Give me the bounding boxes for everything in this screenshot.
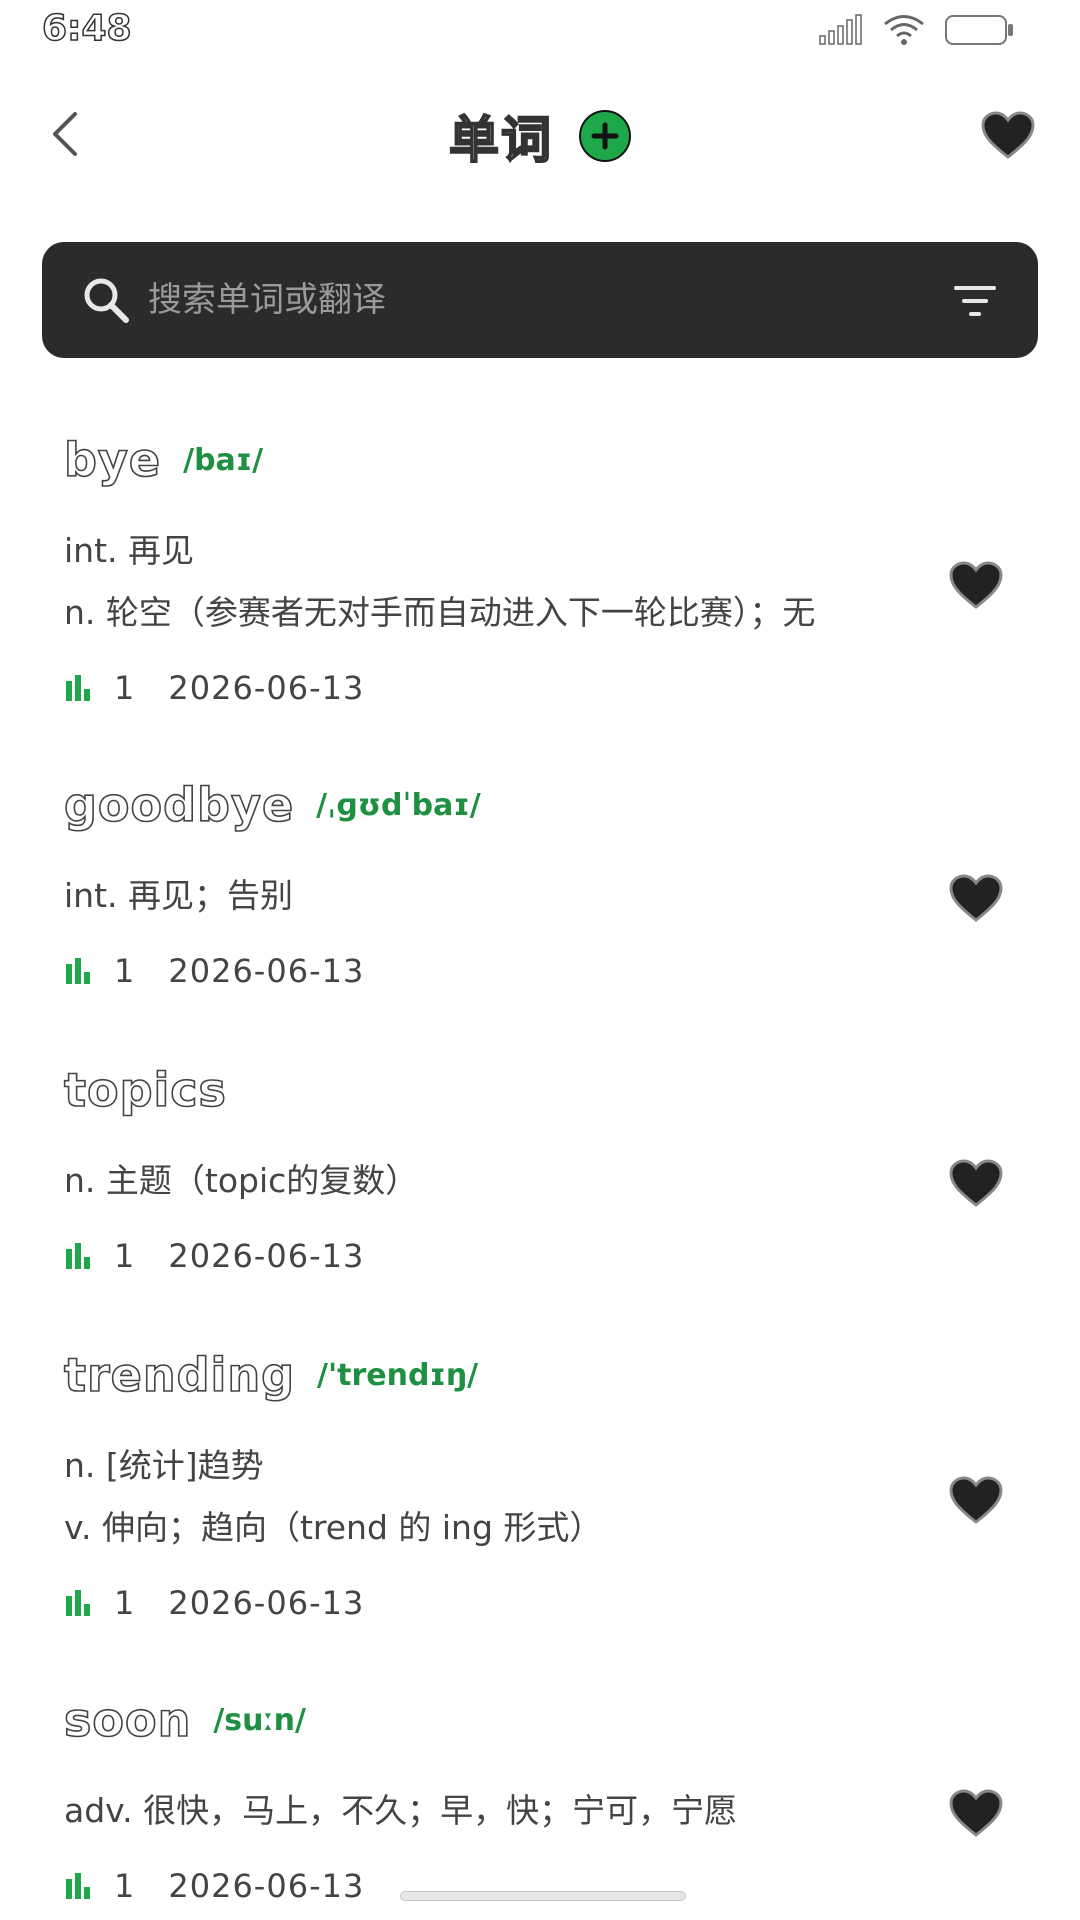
bar-chart-icon (66, 1243, 90, 1269)
word-date: 2026-06-13 (168, 1237, 365, 1275)
word-text: trending (63, 1347, 295, 1403)
heart-icon[interactable] (948, 1788, 1004, 1840)
review-count: 1 (114, 952, 135, 990)
word-item[interactable]: topics n. 主题（topic的复数） 1 2026-06-13 (0, 1050, 1080, 1335)
review-count: 1 (114, 669, 135, 707)
page-title: 单词 (448, 110, 553, 170)
status-time: 6:48 (41, 7, 132, 50)
word-meta: 1 2026-06-13 (64, 1856, 930, 1916)
word-phonetic: /'trendɪŋ/ (317, 1357, 479, 1393)
word-head: goodbye /ˌɡʊdˈbaɪ/ (63, 765, 930, 845)
word-item[interactable]: goodbye /ˌɡʊdˈbaɪ/ int. 再见；告别 1 2026-06-… (0, 765, 1080, 1050)
word-head: soon /suːn/ (63, 1680, 930, 1760)
status-icons (818, 12, 1016, 48)
definition-line: n. 主题（topic的复数） (64, 1161, 419, 1200)
word-text: soon (63, 1692, 192, 1748)
word-meta: 1 2026-06-13 (64, 658, 930, 718)
word-date: 2026-06-13 (168, 1584, 365, 1622)
word-definitions: int. 再见 n. 轮空（参赛者无对手而自动进入下一轮比赛）；无 (64, 520, 930, 644)
review-count: 1 (114, 1237, 135, 1275)
definition-line: int. 再见 (64, 531, 195, 570)
word-list-page: 6:48 单词 搜索单词或翻译 bye /baɪ/ int. 再见 n. 轮空（… (0, 0, 1080, 1920)
header: 单词 (0, 80, 1080, 190)
search-bar (42, 242, 1038, 358)
word-phonetic: /suːn/ (213, 1702, 306, 1738)
word-head: trending /'trendɪŋ/ (63, 1335, 930, 1415)
review-count: 1 (114, 1867, 135, 1905)
definition-line: adv. 很快，马上，不久；早，快；宁可，宁愿 (64, 1791, 738, 1830)
add-word-button[interactable] (579, 110, 631, 162)
word-item[interactable]: trending /'trendɪŋ/ n. [统计]趋势 v. 伸向；趋向（t… (0, 1335, 1080, 1680)
word-list: bye /baɪ/ int. 再见 n. 轮空（参赛者无对手而自动进入下一轮比赛… (0, 420, 1080, 1920)
word-item[interactable]: bye /baɪ/ int. 再见 n. 轮空（参赛者无对手而自动进入下一轮比赛… (0, 420, 1080, 765)
search-icon[interactable] (80, 274, 132, 326)
bar-chart-icon (66, 1873, 90, 1899)
word-text: bye (63, 432, 162, 488)
home-indicator[interactable] (400, 1891, 686, 1901)
word-meta: 1 2026-06-13 (64, 1226, 930, 1286)
word-meta: 1 2026-06-13 (64, 1573, 930, 1633)
signal-icon (819, 14, 862, 45)
word-phonetic: /baɪ/ (183, 442, 264, 478)
word-definitions: n. 主题（topic的复数） (64, 1150, 930, 1212)
definition-line: n. [统计]趋势 (64, 1446, 264, 1485)
word-date: 2026-06-13 (168, 1867, 365, 1905)
word-text: goodbye (63, 777, 295, 833)
heart-icon[interactable] (948, 873, 1004, 925)
word-text: topics (63, 1062, 227, 1118)
plus-icon (591, 122, 619, 150)
heart-icon[interactable] (948, 560, 1004, 612)
word-date: 2026-06-13 (168, 669, 365, 707)
bar-chart-icon (66, 675, 90, 701)
word-head: bye /baɪ/ (63, 420, 930, 500)
heart-icon[interactable] (948, 1475, 1004, 1527)
filter-icon[interactable] (950, 276, 1000, 326)
search-input[interactable] (148, 268, 908, 332)
heart-icon[interactable] (948, 1158, 1004, 1210)
word-meta: 1 2026-06-13 (64, 941, 930, 1001)
definition-line: v. 伸向；趋向（trend 的 ing 形式） (64, 1508, 603, 1547)
status-bar: 6:48 (0, 0, 1080, 60)
title-wrap: 单词 (0, 100, 1080, 172)
review-count: 1 (114, 1584, 135, 1622)
bar-chart-icon (66, 958, 90, 984)
word-head: topics (63, 1050, 930, 1130)
definition-line: n. 轮空（参赛者无对手而自动进入下一轮比赛）；无 (64, 593, 816, 632)
bar-chart-icon (66, 1590, 90, 1616)
heart-icon (981, 111, 1035, 159)
battery-icon (945, 15, 1013, 45)
word-item[interactable]: soon /suːn/ adv. 很快，马上，不久；早，快；宁可，宁愿 1 20… (0, 1680, 1080, 1920)
word-date: 2026-06-13 (168, 952, 365, 990)
word-definitions: int. 再见；告别 (64, 865, 930, 927)
favorites-button[interactable] (976, 106, 1040, 166)
wifi-icon (884, 15, 924, 45)
word-definitions: n. [统计]趋势 v. 伸向；趋向（trend 的 ing 形式） (64, 1435, 930, 1559)
definition-line: int. 再见；告别 (64, 876, 294, 915)
word-definitions: adv. 很快，马上，不久；早，快；宁可，宁愿 (64, 1780, 930, 1842)
word-phonetic: /ˌɡʊdˈbaɪ/ (316, 787, 481, 823)
